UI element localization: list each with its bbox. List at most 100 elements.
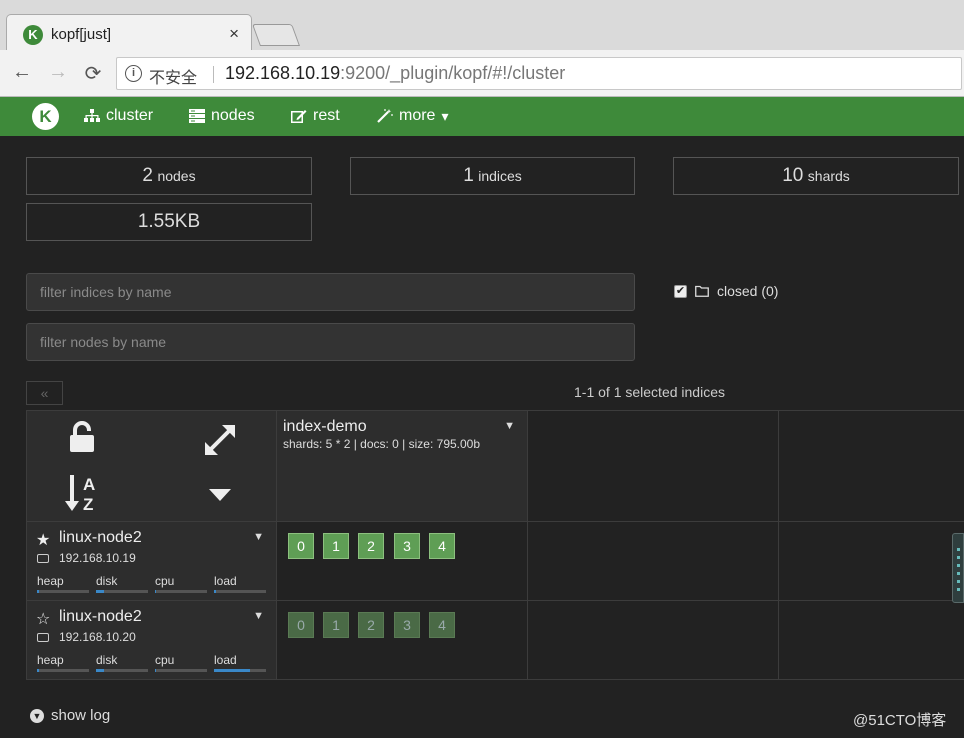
kopf-logo-icon[interactable]: K <box>32 103 59 130</box>
pager-label: 1-1 of 1 selected indices <box>574 384 725 400</box>
master-star-icon: ★ <box>36 532 51 549</box>
side-scroll-widget[interactable] <box>952 533 964 603</box>
reload-icon[interactable]: ⟳ <box>81 61 105 86</box>
metric-label: load <box>214 653 237 667</box>
filter-indices-input[interactable] <box>26 273 635 311</box>
metric-label: heap <box>37 653 64 667</box>
nav-nodes-label: nodes <box>211 107 255 124</box>
shard-replica[interactable]: 0 <box>288 612 314 638</box>
metric-label: cpu <box>155 653 175 667</box>
nodes-count-box: 2 nodes <box>26 157 312 195</box>
browser-chrome: K kopf[just] × ← → ⟳ i 不安全 192.168.10.19… <box>0 0 964 97</box>
sort-alpha-icon[interactable]: AZ <box>65 473 103 513</box>
metric-fill <box>155 669 157 672</box>
shard-primary[interactable]: 0 <box>288 533 314 559</box>
shard-replica[interactable]: 3 <box>394 612 420 638</box>
tab-strip: K kopf[just] × <box>0 0 964 52</box>
url-text[interactable]: 192.168.10.19:9200/_plugin/kopf/#!/clust… <box>225 63 565 84</box>
index-name[interactable]: index-demo <box>283 418 367 436</box>
metric-disk: disk <box>96 653 148 672</box>
nodes-count: 2 <box>142 165 153 186</box>
metric-label: disk <box>96 653 118 667</box>
closed-label: closed (0) <box>717 283 779 299</box>
metric-cpu: cpu <box>155 574 207 593</box>
metric-label: cpu <box>155 574 175 588</box>
metric-label: load <box>214 574 237 588</box>
closed-indices-toggle[interactable]: ✔ closed (0) <box>674 283 778 299</box>
data-size: 1.55KB <box>137 211 201 232</box>
close-tab-icon[interactable]: × <box>229 24 239 44</box>
folder-icon <box>695 285 709 297</box>
nav-rest[interactable]: rest <box>291 107 340 125</box>
svg-text:Z: Z <box>83 495 93 513</box>
node-name[interactable]: linux-node2 <box>59 529 142 547</box>
node-menu-caret-icon[interactable]: ▼ <box>253 531 264 543</box>
nav-nodes[interactable]: nodes <box>189 107 255 125</box>
metric-fill <box>155 590 157 593</box>
url-path: :9200/_plugin/kopf/#!/cluster <box>340 63 566 83</box>
forward-arrow-icon[interactable]: → <box>46 61 70 84</box>
metric-bar <box>214 669 266 672</box>
grid-divider <box>527 410 528 680</box>
omnibox-divider <box>213 66 214 83</box>
expand-icon[interactable] <box>203 423 237 457</box>
metric-bar <box>37 669 89 672</box>
hdd-icon <box>37 633 49 642</box>
shards-count-box: 10 shards <box>673 157 959 195</box>
caret-down-icon[interactable] <box>209 489 231 501</box>
address-bar[interactable]: i 不安全 192.168.10.19:9200/_plugin/kopf/#!… <box>116 57 962 90</box>
nav-more[interactable]: more ▾ <box>377 107 448 125</box>
grid-divider <box>778 410 779 680</box>
nav-rest-label: rest <box>313 107 340 124</box>
node-name[interactable]: linux-node2 <box>59 608 142 626</box>
security-label[interactable]: 不安全 <box>149 64 197 88</box>
browser-tab[interactable]: K kopf[just] × <box>6 14 252 52</box>
grid-divider <box>26 679 964 680</box>
magic-wand-icon <box>377 109 393 123</box>
filter-nodes-input[interactable] <box>26 323 635 361</box>
metric-bar <box>155 590 207 593</box>
shard-primary[interactable]: 4 <box>429 533 455 559</box>
prev-page-button[interactable]: « <box>26 381 63 405</box>
metric-fill <box>37 590 40 593</box>
metric-fill <box>96 669 104 672</box>
server-icon <box>189 109 205 123</box>
index-menu-caret-icon[interactable]: ▼ <box>504 420 515 432</box>
node-menu-caret-icon[interactable]: ▼ <box>253 610 264 622</box>
shard-primary[interactable]: 2 <box>358 533 384 559</box>
closed-checkbox[interactable]: ✔ <box>674 284 687 298</box>
node-row-2: ☆ linux-node2 ▼ 192.168.10.20 heap disk … <box>27 601 276 679</box>
shard-primary[interactable]: 3 <box>394 533 420 559</box>
shard-replica[interactable]: 2 <box>358 612 384 638</box>
show-log-label: show log <box>51 707 111 724</box>
hdd-icon <box>37 554 49 563</box>
nav-cluster[interactable]: cluster <box>84 107 153 125</box>
tab-title: kopf[just] <box>51 26 112 43</box>
metric-load: load <box>214 653 266 672</box>
back-arrow-icon[interactable]: ← <box>10 61 34 84</box>
shard-replica[interactable]: 4 <box>429 612 455 638</box>
metric-label: heap <box>37 574 64 588</box>
nav-cluster-label: cluster <box>106 107 154 124</box>
metric-disk: disk <box>96 574 148 593</box>
sitemap-icon <box>84 109 100 122</box>
grid-controls: AZ <box>27 411 276 521</box>
metric-fill <box>96 590 104 593</box>
app-navbar: K cluster nodes rest more ▾ <box>0 97 964 136</box>
indices-count-box: 1 indices <box>350 157 635 195</box>
shard-primary[interactable]: 1 <box>323 533 349 559</box>
metric-bar <box>96 669 148 672</box>
node-row-1: ★ linux-node2 ▼ 192.168.10.19 heap disk … <box>27 522 276 600</box>
show-log-toggle[interactable]: ▼ show log <box>30 707 110 724</box>
url-host: 192.168.10.19 <box>225 63 341 83</box>
index-header[interactable]: index-demo shards: 5 * 2 | docs: 0 | siz… <box>277 411 527 521</box>
metric-bar <box>96 590 148 593</box>
metric-load: load <box>214 574 266 593</box>
new-tab-button[interactable] <box>251 24 301 46</box>
info-icon[interactable]: i <box>125 65 142 82</box>
unlock-icon[interactable] <box>69 421 95 453</box>
indices-unit: indices <box>478 168 522 184</box>
metric-heap: heap <box>37 574 89 593</box>
shard-replica[interactable]: 1 <box>323 612 349 638</box>
data-size-box: 1.55KB <box>26 203 312 241</box>
